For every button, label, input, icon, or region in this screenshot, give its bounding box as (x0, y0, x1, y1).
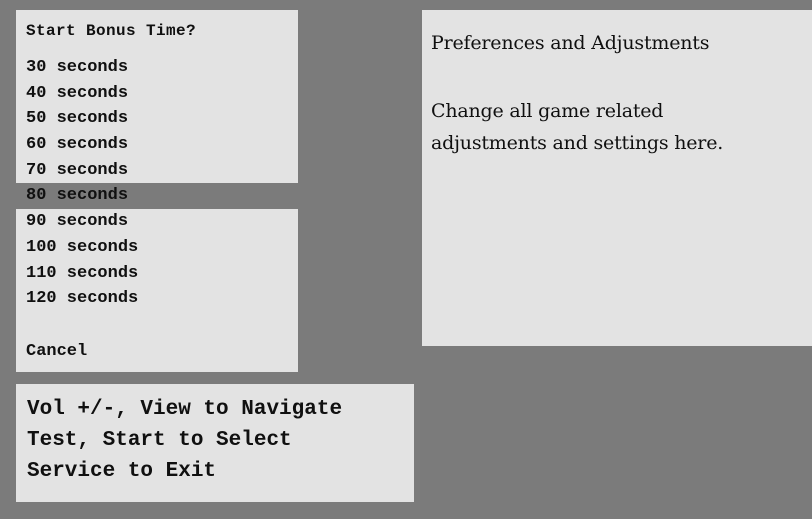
menu-option-30-seconds[interactable]: 30 seconds (16, 55, 298, 81)
menu-option-120-seconds[interactable]: 120 seconds (16, 286, 298, 312)
info-description-line-1: Change all game related (431, 100, 664, 122)
menu-spacer (16, 312, 298, 339)
menu-option-60-seconds[interactable]: 60 seconds (16, 132, 298, 158)
bonus-time-menu: Start Bonus Time? 30 seconds 40 seconds … (0, 10, 308, 372)
cancel-option[interactable]: Cancel (16, 339, 298, 365)
info-title: Preferences and Adjustments (431, 32, 710, 54)
controls-hint-panel: Vol +/-, View to Navigate Test, Start to… (16, 384, 414, 502)
menu-option-40-seconds[interactable]: 40 seconds (16, 81, 298, 107)
menu-option-70-seconds[interactable]: 70 seconds (16, 158, 298, 184)
menu-options-list: 30 seconds 40 seconds 50 seconds 60 seco… (0, 55, 308, 365)
menu-option-80-seconds-selected[interactable]: 80 seconds (0, 183, 308, 210)
menu-option-110-seconds[interactable]: 110 seconds (16, 261, 298, 287)
menu-title: Start Bonus Time? (26, 22, 197, 40)
menu-option-50-seconds[interactable]: 50 seconds (16, 106, 298, 132)
info-description-line-2: adjustments and settings here. (431, 132, 724, 154)
info-panel: Preferences and Adjustments Change all g… (422, 10, 812, 346)
hint-exit: Service to Exit (27, 460, 217, 483)
menu-option-90-seconds[interactable]: 90 seconds (16, 209, 298, 235)
menu-option-100-seconds[interactable]: 100 seconds (16, 235, 298, 261)
hint-select: Test, Start to Select (27, 429, 292, 452)
hint-navigate: Vol +/-, View to Navigate (27, 398, 343, 421)
